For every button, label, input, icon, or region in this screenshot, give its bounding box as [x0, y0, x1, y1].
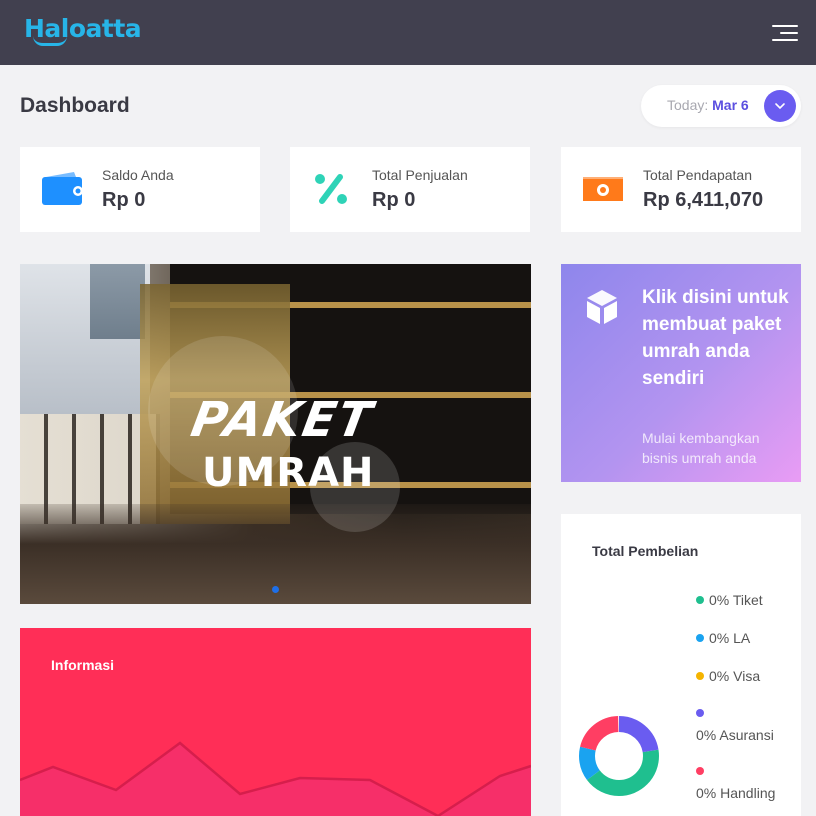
legend-label-asuransi: 0% Asuransi [696, 727, 774, 743]
top-bar: Haloatta [0, 0, 816, 65]
date-selector[interactable]: Today: Mar 6 [641, 85, 801, 127]
informasi-card: Informasi [20, 628, 531, 816]
legend-dot-asuransi [696, 709, 704, 717]
stat-card-saldo[interactable]: Saldo Anda Rp 0 [20, 147, 260, 232]
promo-title: Klik disini untuk membuat paket umrah an… [642, 287, 789, 389]
box-icon [587, 290, 617, 324]
banner-building [90, 264, 145, 339]
date-display: Today: Mar 6 [667, 97, 749, 113]
umrah-banner[interactable]: PAKET UMRAH [20, 264, 531, 604]
purchase-donut-chart [579, 716, 659, 796]
banner-title-line1: PAKET [187, 392, 378, 448]
stat-value: Rp 0 [102, 189, 146, 211]
stat-card-pendapatan[interactable]: Total Pendapatan Rp 6,411,070 [561, 147, 801, 232]
legend-dot-visa [696, 672, 704, 680]
logo-smile-mark [33, 36, 67, 46]
banner-title-line2: UMRAH [202, 450, 375, 496]
total-pembelian-card: Total Pembelian 0% Tiket 0% LA 0% Visa 0… [561, 514, 801, 816]
stat-value: Rp 0 [372, 189, 416, 211]
legend-dot-tiket [696, 596, 704, 604]
date-value: Mar 6 [712, 97, 749, 113]
legend-label-visa: 0% Visa [709, 668, 761, 684]
date-dropdown-button[interactable] [764, 90, 796, 122]
page-title: Dashboard [20, 94, 130, 117]
date-label: Today: [667, 97, 709, 113]
stat-label: Total Penjualan [372, 167, 468, 183]
carousel-indicator[interactable] [272, 586, 279, 593]
promo-subtitle: Mulai kembangkan bisnis umrah anda [642, 430, 760, 466]
purchase-title: Total Pembelian [592, 543, 699, 559]
stat-card-penjualan[interactable]: Total Penjualan Rp 0 [290, 147, 530, 232]
legend-dot-handling [696, 767, 704, 775]
stat-label: Total Pendapatan [643, 167, 752, 183]
wallet-icon [42, 172, 83, 205]
legend-dot-la [696, 634, 704, 642]
hamburger-menu-icon[interactable] [768, 22, 798, 44]
chevron-down-icon [775, 103, 785, 110]
cash-icon [583, 177, 623, 201]
informasi-title: Informasi [51, 657, 115, 673]
create-package-card[interactable]: Klik disini untuk membuat paket umrah an… [561, 264, 801, 482]
legend-label-handling: 0% Handling [696, 785, 776, 801]
stat-label: Saldo Anda [102, 167, 174, 183]
legend-label-la: 0% LA [709, 630, 751, 646]
legend-label-tiket: 0% Tiket [709, 592, 763, 608]
percent-icon [315, 174, 347, 204]
stat-value: Rp 6,411,070 [643, 189, 764, 211]
